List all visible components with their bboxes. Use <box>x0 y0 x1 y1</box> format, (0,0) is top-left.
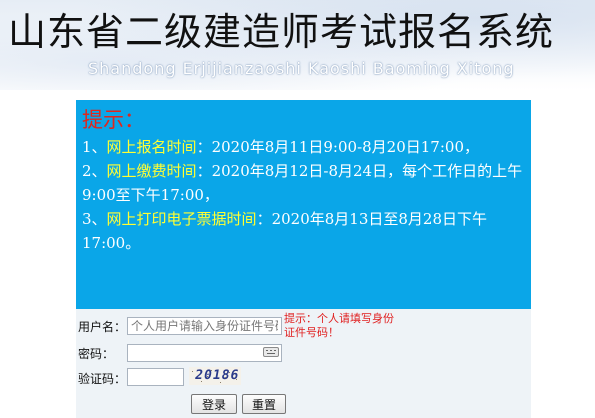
notice-panel: 提示： 1、网上报名时间：2020年8月11日9:00-8月20日17:00， … <box>76 100 531 309</box>
username-hint: 提示：个人请填写身份证件号码！ <box>284 313 394 339</box>
notice-item-separator: ： <box>196 162 212 180</box>
soft-keyboard-icon[interactable] <box>263 347 279 357</box>
login-button[interactable]: 登录 <box>191 394 237 414</box>
notice-item-text: 2020年8月11日9:00-8月20日17:00， <box>211 138 479 156</box>
notice-item-receipt: 3、网上打印电子票据时间：2020年8月13日至8月28日下午17:00。 <box>82 207 523 255</box>
password-input[interactable] <box>127 344 282 362</box>
login-form: 用户名： 提示：个人请填写身份证件号码！ 密码： 验证码： 20186 登录 重… <box>76 309 531 418</box>
page-header: 山东省二级建造师考试报名系统 Shandong Erjijianzaoshi K… <box>0 0 595 90</box>
captcha-input[interactable] <box>127 368 184 386</box>
notice-item-registration: 1、网上报名时间：2020年8月11日9:00-8月20日17:00， <box>82 135 523 159</box>
notice-item-label: 网上缴费时间 <box>106 162 197 180</box>
captcha-image[interactable]: 20186 <box>189 367 241 385</box>
notice-item-payment: 2、网上缴费时间：2020年8月12日-8月24日，每个工作日的上午9:00至下… <box>82 159 523 207</box>
notice-item-number: 3、 <box>82 210 107 228</box>
notice-item-label: 网上打印电子票据时间 <box>106 210 257 228</box>
notice-item-number: 1、 <box>82 138 107 156</box>
system-title-pinyin: Shandong Erjijianzaoshi Kaoshi Baoming X… <box>88 59 515 78</box>
username-input[interactable] <box>127 317 282 335</box>
reset-button[interactable]: 重置 <box>242 394 286 414</box>
notice-title: 提示： <box>82 108 145 132</box>
password-field <box>127 344 282 362</box>
username-label: 用户名： <box>78 320 127 334</box>
notice-item-label: 网上报名时间 <box>106 138 197 156</box>
password-label: 密码： <box>78 347 115 361</box>
system-title: 山东省二级建造师考试报名系统 <box>8 10 555 54</box>
captcha-label: 验证码： <box>78 372 127 386</box>
notice-item-number: 2、 <box>82 162 107 180</box>
notice-item-separator: ： <box>256 210 272 228</box>
notice-item-separator: ： <box>196 138 212 156</box>
